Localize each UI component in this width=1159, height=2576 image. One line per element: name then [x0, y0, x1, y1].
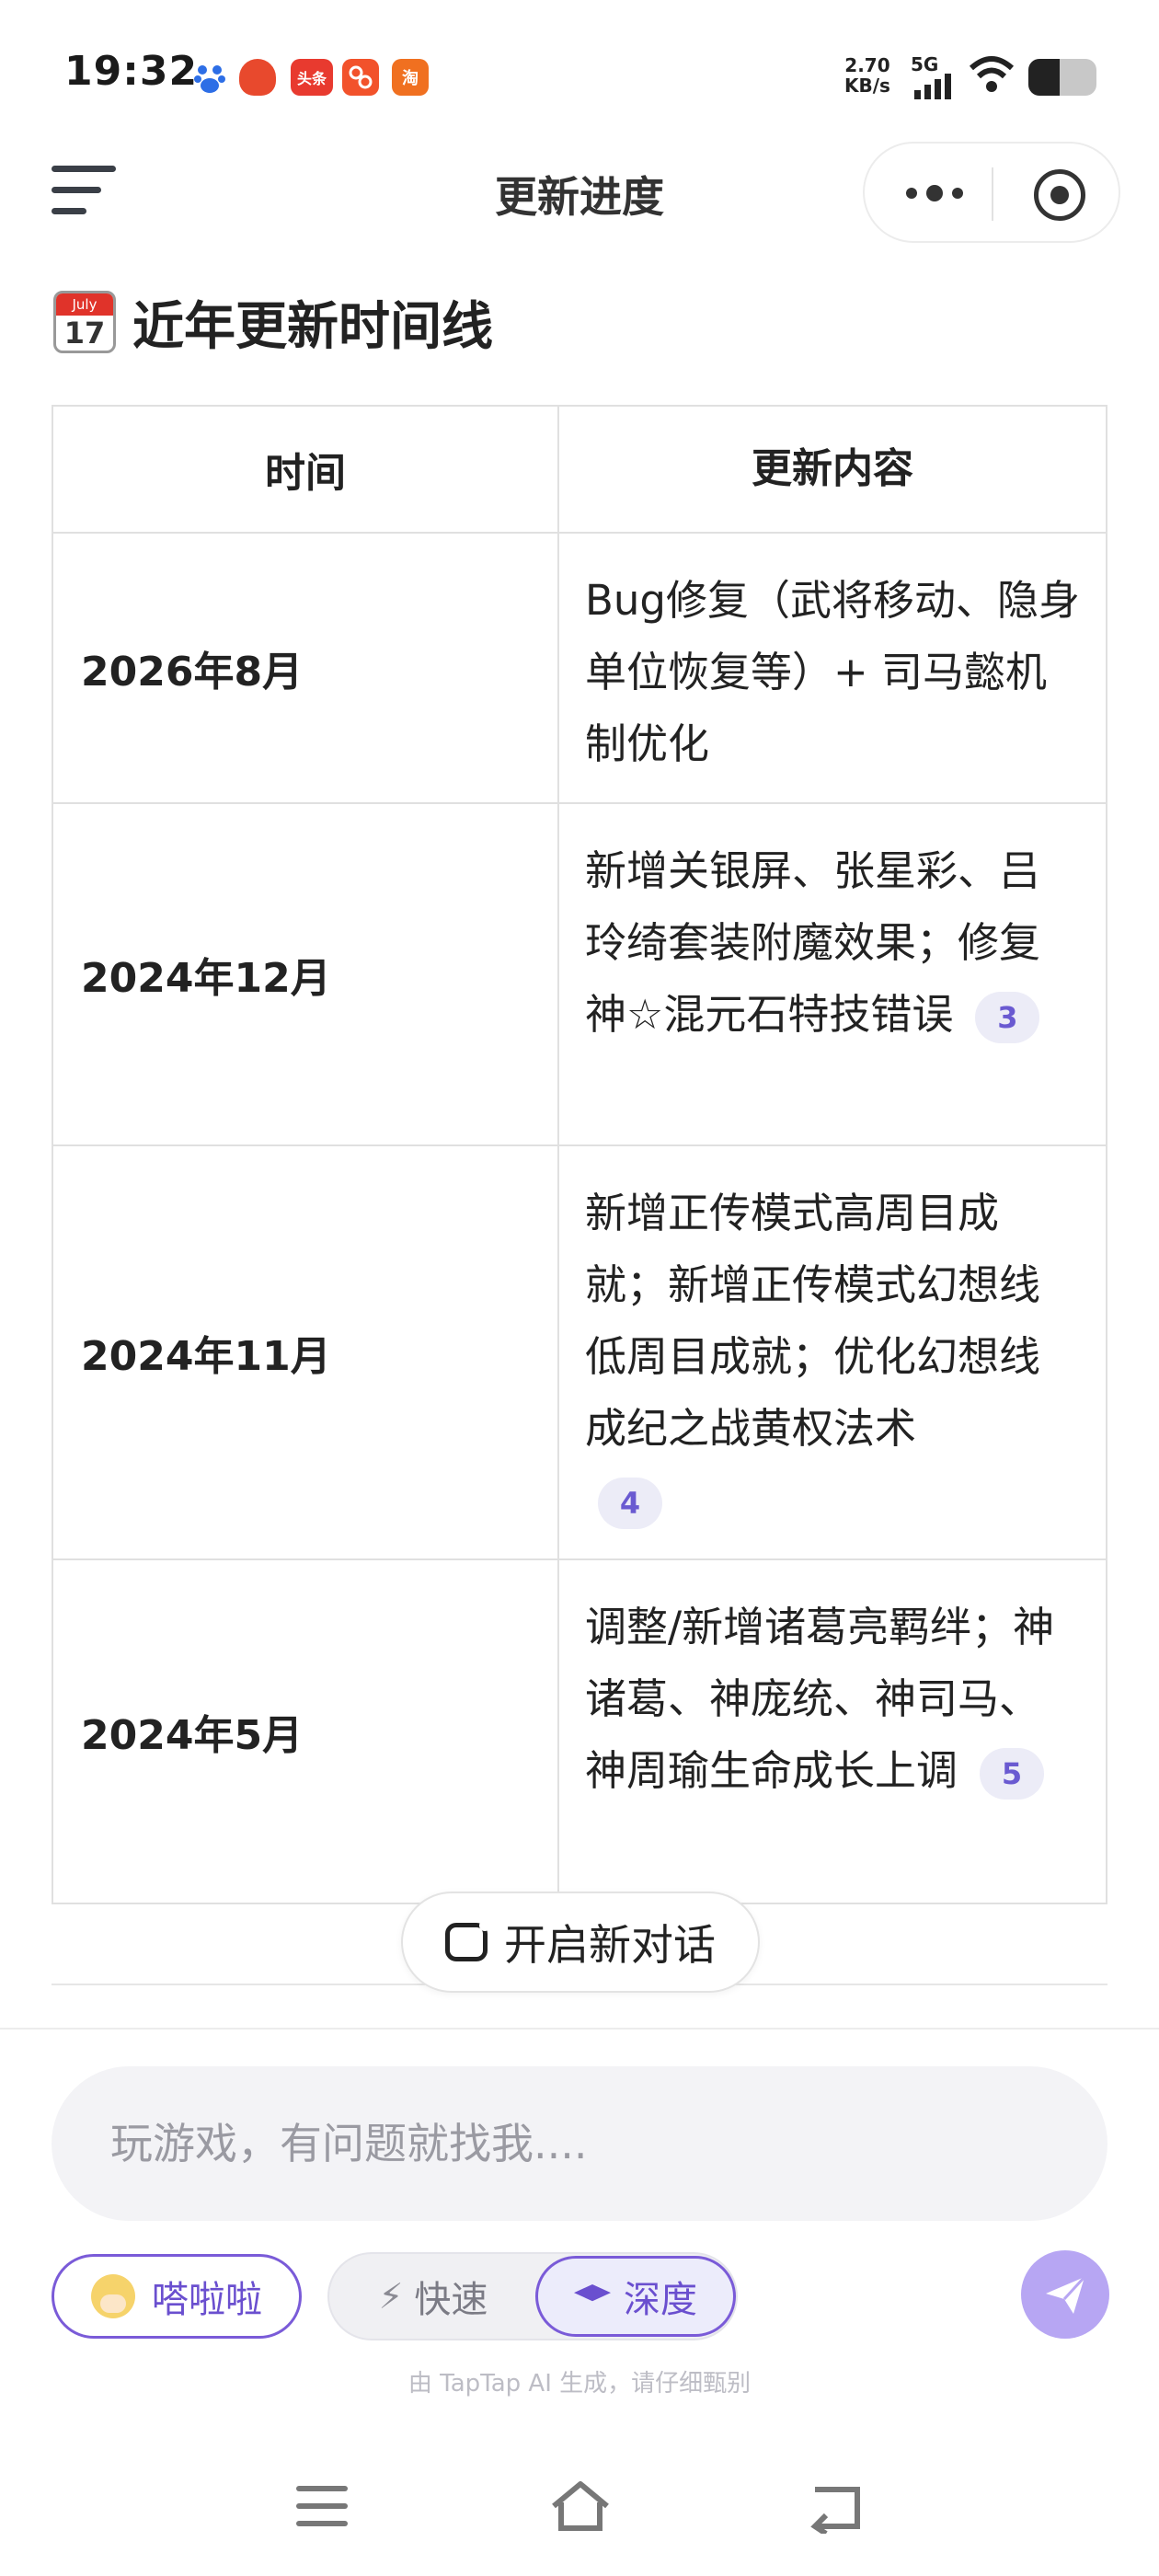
app-notification-icon: [342, 59, 379, 96]
send-icon: [1046, 2275, 1086, 2314]
agent-button[interactable]: 嗒啦啦: [52, 2254, 302, 2339]
agent-avatar: [91, 2274, 135, 2318]
mode-deep-label: 深度: [624, 2279, 697, 2321]
citation-badge[interactable]: 3: [975, 992, 1040, 1043]
new-chat-button[interactable]: 开启新对话: [401, 1892, 760, 1993]
status-time: 19:32: [64, 48, 199, 95]
row-content: 调整/新增诸葛亮羁绊；神诸葛、神庞统、神司马、神周瑜生命成长上调 5: [559, 1560, 1106, 1903]
row-time: 2026年8月: [53, 534, 559, 802]
calendar-icon: July 17: [53, 291, 116, 353]
new-chat-label: 开启新对话: [504, 1920, 716, 1970]
graduation-cap-icon: [574, 2284, 611, 2302]
table-row: 2024年11月 新增正传模式高周目成就；新增正传模式幻想线低周目成就；优化幻想…: [53, 1146, 1106, 1560]
row-content: 新增关银屏、张星彩、吕玲绮套装附魔效果；修复神☆混元石特技错误 3: [559, 804, 1106, 1144]
column-header-content: 更新内容: [752, 445, 913, 492]
section-heading-text: 近年更新时间线: [132, 296, 493, 357]
mini-program-capsule: [863, 142, 1120, 243]
divider: [0, 2028, 1159, 2030]
nav-home-icon[interactable]: [548, 2478, 613, 2534]
capsule-divider: [992, 167, 993, 221]
game-notification-icon: [239, 59, 276, 96]
target-icon[interactable]: [1034, 169, 1085, 221]
app-header: 更新进度: [0, 138, 1159, 248]
table-row: 2026年8月 Bug修复（武将移动、隐身单位恢复等）+ 司马懿机制优化: [53, 534, 1106, 804]
row-time: 2024年12月: [53, 804, 559, 1144]
send-button[interactable]: [1021, 2250, 1109, 2339]
more-dots-icon[interactable]: [898, 175, 971, 212]
network-speed: 2.70 KB/s: [844, 54, 890, 97]
baidu-notification-icon: [191, 59, 228, 96]
signal-icon: [914, 74, 951, 99]
status-bar: 19:32 头条 淘 2.70 KB/s 5G: [0, 0, 1159, 147]
table-row: 2024年5月 调整/新增诸葛亮羁绊；神诸葛、神庞统、神司马、神周瑜生命成长上调…: [53, 1560, 1106, 1903]
citation-badge[interactable]: 5: [980, 1748, 1045, 1800]
taobao-notification-icon: 淘: [392, 59, 429, 96]
table-row: 2024年12月 新增关银屏、张星彩、吕玲绮套装附魔效果；修复神☆混元石特技错误…: [53, 804, 1106, 1146]
wifi-icon: [969, 56, 1015, 92]
table-header-row: 时间 更新内容: [53, 407, 1106, 534]
column-header-time: 时间: [53, 407, 559, 532]
row-time: 2024年11月: [53, 1146, 559, 1558]
nav-menu-icon[interactable]: [296, 2486, 348, 2526]
update-timeline-table: 时间 更新内容 2026年8月 Bug修复（武将移动、隐身单位恢复等）+ 司马懿…: [52, 405, 1107, 1904]
row-content: 新增正传模式高周目成就；新增正传模式幻想线低周目成就；优化幻想线成纪之战黄权法术…: [559, 1146, 1106, 1558]
chat-input[interactable]: [52, 2066, 1107, 2221]
row-content: Bug修复（武将移动、隐身单位恢复等）+ 司马懿机制优化: [585, 576, 1080, 768]
battery-icon: [1028, 59, 1096, 96]
agent-label: 嗒啦啦: [152, 2279, 262, 2321]
mode-fast-label: 快速: [414, 2279, 488, 2321]
mode-fast-button[interactable]: ⚡ 快速: [339, 2260, 528, 2333]
new-chat-icon: [445, 1920, 490, 1961]
row-time: 2024年5月: [53, 1560, 559, 1903]
mode-toggle: ⚡ 快速 深度: [327, 2252, 738, 2340]
section-heading: July 17 近年更新时间线: [53, 285, 493, 359]
system-nav-bar: [0, 2466, 1159, 2558]
citation-badge[interactable]: 4: [598, 1478, 662, 1529]
bolt-icon: ⚡: [378, 2276, 404, 2317]
nav-back-icon[interactable]: [808, 2482, 865, 2534]
ai-disclaimer: 由 TapTap AI 生成，请仔细甄别: [407, 2370, 752, 2398]
mode-deep-button[interactable]: 深度: [535, 2256, 736, 2337]
toutiao-notification-icon: 头条: [291, 59, 333, 96]
